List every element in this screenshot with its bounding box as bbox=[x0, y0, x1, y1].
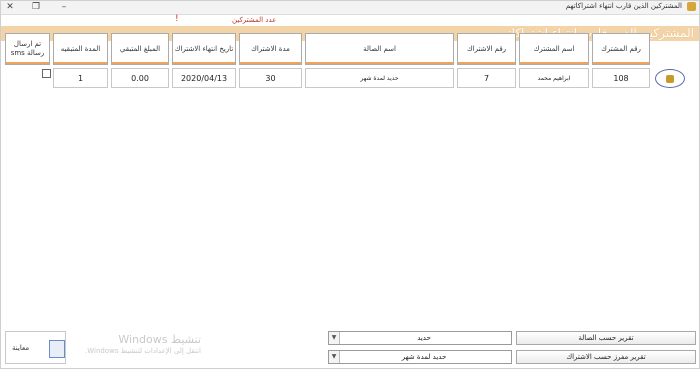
column-header-subscription-no[interactable]: رقم الاشتراك bbox=[457, 33, 516, 65]
cell-member-name[interactable]: ابراهيم محمد bbox=[519, 68, 589, 88]
cell-duration[interactable]: 30 bbox=[239, 68, 302, 88]
restore-button[interactable]: ❐ bbox=[30, 0, 42, 14]
cell-remaining-amount[interactable]: 0.00 bbox=[111, 68, 169, 88]
column-header-sms-sent[interactable]: تم ارسال رسالة sms bbox=[5, 33, 50, 65]
window-title: المشتركين الذين قارب انتهاء اشتراكاتهم bbox=[565, 2, 682, 10]
sms-sent-checkbox[interactable] bbox=[42, 69, 51, 78]
subscription-select[interactable]: ▼ حديد لمدة شهر bbox=[328, 350, 512, 364]
hall-select-value: حديد bbox=[417, 334, 431, 342]
cell-end-date[interactable]: 2020/04/13 bbox=[172, 68, 236, 88]
minimize-button[interactable]: – bbox=[58, 0, 70, 14]
watermark-line-1: تنشيط Windows bbox=[118, 333, 201, 346]
close-button[interactable]: ✕ bbox=[4, 0, 16, 14]
window-titlebar: ✕ ❐ – المشتركين الذين قارب انتهاء اشتراك… bbox=[0, 0, 700, 15]
watermark-line-2: انتقل إلى الإعدادات لتنشيط Windows. bbox=[85, 347, 201, 355]
cell-member-no[interactable]: 108 bbox=[592, 68, 650, 88]
hall-report-button[interactable]: تقرير حسب الصالة bbox=[516, 331, 696, 345]
windows-activation-watermark: تنشيط Windows انتقل إلى الإعدادات لتنشيط… bbox=[85, 333, 201, 355]
subscription-select-value: حديد لمدة شهر bbox=[401, 353, 447, 361]
hall-select[interactable]: ▼ حديد bbox=[328, 331, 512, 345]
column-header-duration[interactable]: مدة الاشتراك bbox=[239, 33, 302, 65]
app-icon bbox=[687, 2, 696, 11]
column-header-remaining-amount[interactable]: المبلغ المتبقي bbox=[111, 33, 169, 65]
subscriber-count-label: عدد المشتركين bbox=[232, 16, 277, 24]
column-header-end-date[interactable]: تاريخ انتهاء الاشتراك bbox=[172, 33, 236, 65]
chevron-down-icon[interactable]: ▼ bbox=[329, 332, 340, 344]
row-selector-icon[interactable] bbox=[655, 69, 685, 88]
column-header-member-no[interactable]: رقم المشترك bbox=[592, 33, 650, 65]
column-header-member-name[interactable]: اسم المشترك bbox=[519, 33, 589, 65]
member-icon bbox=[666, 74, 674, 83]
column-header-hall-name[interactable]: اسم الصالة bbox=[305, 33, 454, 65]
chevron-down-icon[interactable]: ▼ bbox=[329, 351, 340, 363]
cell-remaining-period[interactable]: 1 bbox=[53, 68, 108, 88]
cell-subscription-no[interactable]: 7 bbox=[457, 68, 516, 88]
column-header-remaining-period[interactable]: المدة المتبقيه bbox=[53, 33, 108, 65]
preview-button-label: معاينة bbox=[12, 344, 30, 352]
subscription-report-button[interactable]: تقرير مفرز حسب الاشتراك bbox=[516, 350, 696, 364]
preview-button[interactable]: معاينة bbox=[5, 331, 66, 364]
count-marker: ! bbox=[175, 14, 179, 24]
report-icon bbox=[49, 340, 65, 358]
cell-hall-name[interactable]: حديد لمدة شهر bbox=[305, 68, 454, 88]
